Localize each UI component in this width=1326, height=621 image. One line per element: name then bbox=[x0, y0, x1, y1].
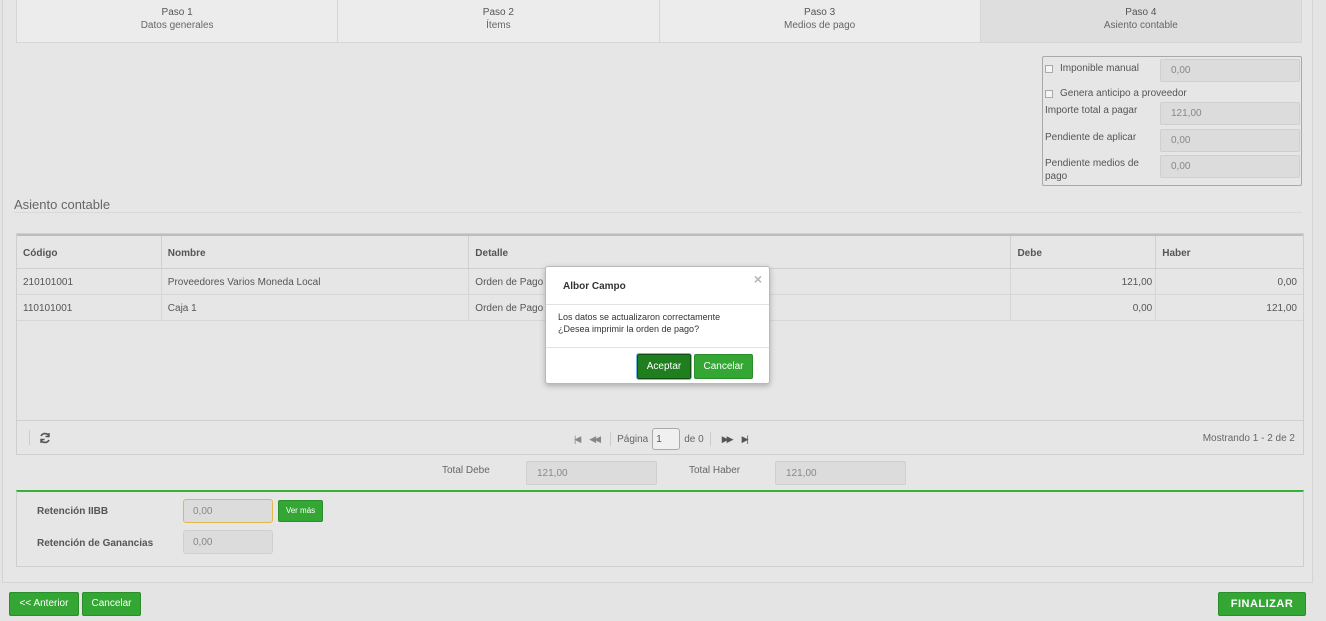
column-header-codigo[interactable]: Código bbox=[17, 236, 162, 268]
anticipo-checkbox[interactable] bbox=[1045, 90, 1053, 98]
dialog-message-line: Los datos se actualizaron correctamente bbox=[558, 312, 721, 322]
previous-button[interactable]: << Anterior bbox=[9, 592, 79, 616]
dialog-title: Albor Campo bbox=[563, 281, 626, 292]
section-title: Asiento contable bbox=[14, 197, 111, 212]
pendiente-medios-label: Pendiente medios de pago bbox=[1045, 158, 1139, 182]
first-page-icon[interactable]: |◀ bbox=[574, 434, 581, 445]
refresh-icon-svg bbox=[40, 432, 50, 444]
pendiente-aplicar-label: Pendiente de aplicar bbox=[1045, 132, 1137, 143]
step-number: Paso 1 bbox=[161, 7, 193, 18]
retencion-iibb-label: Retención IIBB bbox=[37, 506, 109, 517]
imponible-checkbox[interactable] bbox=[1045, 65, 1053, 73]
next-page-icon[interactable]: ▶▶ bbox=[722, 434, 734, 445]
wizard-steps: Paso 1 Datos generales Paso 2 Ítems Paso… bbox=[16, 0, 1302, 43]
page-number-input[interactable] bbox=[652, 428, 681, 450]
step-number: Paso 3 bbox=[804, 7, 836, 18]
prev-page-icon[interactable]: ◀◀ bbox=[589, 434, 601, 445]
column-header-debe[interactable]: Debe bbox=[1011, 236, 1157, 268]
grid-header: Código Nombre Detalle Debe Haber bbox=[17, 234, 1303, 269]
cancel-button[interactable]: Cancelar bbox=[82, 592, 141, 616]
grid-pager-bar: |◀ ◀◀ Página de 0 ▶▶ ▶| Mostrando 1 - 2 … bbox=[17, 420, 1303, 454]
step-name: Datos generales bbox=[140, 20, 214, 31]
page-of-label: de 0 bbox=[684, 433, 704, 445]
cell-codigo: 110101001 bbox=[17, 295, 162, 320]
step-number: Paso 4 bbox=[1125, 7, 1157, 18]
dialog-message-line: ¿Desea imprimir la orden de pago? bbox=[558, 324, 700, 334]
records-count: Mostrando 1 - 2 de 2 bbox=[1202, 433, 1295, 444]
dialog-cancel-button[interactable]: Cancelar bbox=[694, 354, 753, 379]
cell-nombre: Caja 1 bbox=[162, 295, 470, 320]
cell-nombre: Proveedores Varios Moneda Local bbox=[162, 269, 470, 294]
accept-button[interactable]: Aceptar bbox=[637, 354, 691, 379]
imponible-label: Imponible manual bbox=[1060, 63, 1139, 74]
dialog-divider bbox=[546, 304, 769, 305]
column-header-nombre[interactable]: Nombre bbox=[162, 236, 470, 268]
importe-label: Importe total a pagar bbox=[1045, 105, 1138, 116]
payment-summary-panel: Imponible manual Genera anticipo a prove… bbox=[1042, 56, 1302, 186]
cell-haber: 121,00 bbox=[1266, 303, 1297, 314]
retencion-ganancias-input[interactable] bbox=[183, 530, 273, 554]
cell-codigo: 210101001 bbox=[17, 269, 162, 294]
total-debe-input[interactable] bbox=[526, 461, 657, 485]
pendiente-medios-row: Pendiente medios de pago bbox=[1045, 157, 1145, 183]
finalize-button[interactable]: FINALIZAR bbox=[1218, 592, 1306, 616]
step-3[interactable]: Paso 3 Medios de pago bbox=[660, 0, 981, 42]
last-page-icon[interactable]: ▶| bbox=[742, 434, 749, 445]
pager-divider bbox=[29, 430, 30, 445]
section-divider bbox=[14, 212, 1302, 213]
column-header-haber[interactable]: Haber bbox=[1156, 236, 1303, 268]
pager-separator bbox=[709, 432, 711, 446]
imponible-input[interactable] bbox=[1160, 59, 1300, 82]
retenciones-panel: Retención IIBB Ver más Retención de Gana… bbox=[16, 490, 1304, 567]
retencion-ganancias-label: Retención de Ganancias bbox=[37, 538, 154, 549]
pendiente-medios-input[interactable] bbox=[1160, 155, 1300, 178]
anticipo-label: Genera anticipo a proveedor bbox=[1060, 88, 1187, 99]
total-haber-label: Total Haber bbox=[689, 465, 741, 476]
pager: |◀ ◀◀ Página de 0 ▶▶ ▶| bbox=[569, 428, 752, 450]
step-4-active[interactable]: Paso 4 Asiento contable bbox=[980, 0, 1301, 42]
page-label: Página bbox=[617, 433, 649, 445]
importe-input[interactable] bbox=[1160, 102, 1300, 125]
confirmation-dialog: Albor Campo × Los datos se actualizaron … bbox=[545, 266, 770, 384]
step-number: Paso 2 bbox=[482, 7, 514, 18]
dialog-message: Los datos se actualizaron correctamente … bbox=[558, 311, 720, 335]
retencion-iibb-input[interactable] bbox=[183, 499, 273, 523]
step-name: Medios de pago bbox=[784, 20, 856, 31]
pendiente-aplicar-input[interactable] bbox=[1160, 129, 1300, 152]
refresh-icon[interactable] bbox=[39, 432, 51, 444]
cell-debe: 121,00 bbox=[1011, 269, 1157, 294]
cell-haber: 0,00 bbox=[1277, 277, 1297, 288]
total-haber-input[interactable] bbox=[775, 461, 906, 485]
step-name: Asiento contable bbox=[1103, 20, 1178, 31]
pager-separator bbox=[610, 432, 612, 446]
total-debe-label: Total Debe bbox=[442, 465, 490, 476]
anticipo-row: Genera anticipo a proveedor bbox=[1045, 87, 1299, 100]
cell-debe: 0,00 bbox=[1011, 295, 1157, 320]
close-icon[interactable]: × bbox=[754, 271, 762, 287]
ver-mas-button[interactable]: Ver más bbox=[278, 500, 323, 522]
column-header-detalle[interactable]: Detalle bbox=[469, 236, 1012, 268]
step-2[interactable]: Paso 2 Ítems bbox=[338, 0, 660, 42]
step-name: Ítems bbox=[486, 20, 511, 31]
step-1[interactable]: Paso 1 Datos generales bbox=[17, 0, 339, 42]
dialog-divider bbox=[546, 347, 769, 348]
